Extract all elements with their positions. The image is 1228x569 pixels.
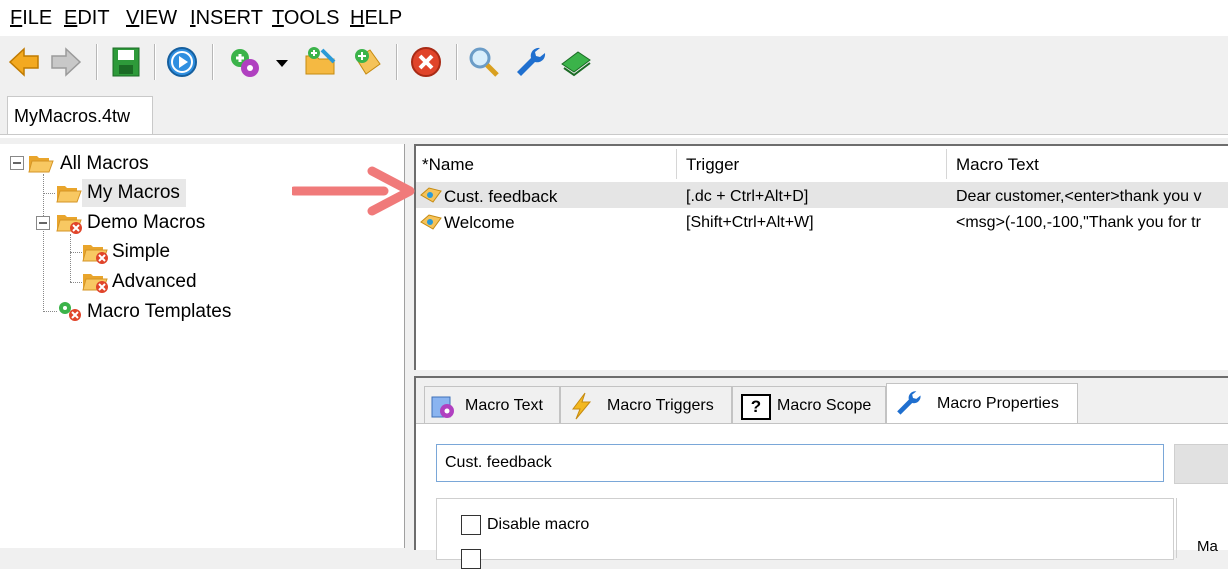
tree-item-macro-templates[interactable]: Macro Templates <box>87 301 231 323</box>
side-group-label: Ma <box>1197 538 1218 555</box>
disable-macro-checkbox[interactable] <box>461 515 481 535</box>
column-header-name[interactable]: *Name <box>422 155 474 175</box>
row-name[interactable]: Welcome <box>444 213 515 233</box>
tab-macro-scope[interactable]: ? Macro Scope <box>732 386 886 423</box>
menu-tools[interactable]: TOOLS <box>272 7 339 30</box>
row-macro-text: Dear customer,<enter>thank you v <box>956 188 1202 205</box>
menu-insert[interactable]: INSERT <box>190 7 263 30</box>
file-tab[interactable]: MyMacros.4tw <box>7 96 153 135</box>
toolbar-separator <box>154 44 156 80</box>
tree-item-all-macros[interactable]: All Macros <box>60 153 149 175</box>
tab-underline <box>0 134 1228 138</box>
menu-view[interactable]: VIEW <box>126 7 177 30</box>
tree-item-advanced[interactable]: Advanced <box>112 271 197 293</box>
file-tab-label: MyMacros.4tw <box>14 106 131 126</box>
collapse-icon[interactable] <box>36 216 50 230</box>
macro-text-icon <box>431 396 454 418</box>
tree-connector <box>70 234 71 282</box>
back-arrow-icon[interactable] <box>6 44 42 80</box>
column-divider[interactable] <box>946 149 947 179</box>
options-group: Disable macro <box>436 498 1174 569</box>
save-icon[interactable] <box>108 44 144 80</box>
tree-item-demo-macros[interactable]: Demo Macros <box>87 212 205 234</box>
folder-locked-icon <box>82 274 108 293</box>
macro-item-icon <box>420 214 442 230</box>
tree-connector <box>43 311 57 312</box>
option-checkbox[interactable] <box>461 549 481 569</box>
tab-label: Macro Properties <box>937 395 1059 412</box>
tree-connector <box>43 193 55 194</box>
add-folder-icon[interactable] <box>302 44 338 80</box>
properties-pane: Macro Text Macro Triggers ? Macro Scope … <box>414 376 1228 569</box>
forward-arrow-icon[interactable] <box>48 44 84 80</box>
menu-bar: FILE EDIT VIEW INSERT TOOLS HELP <box>0 0 1228 36</box>
tree-item-simple[interactable]: Simple <box>112 241 170 263</box>
tree-connector <box>70 282 82 283</box>
tab-macro-properties[interactable]: Macro Properties <box>886 383 1078 424</box>
row-name[interactable]: Cust. feedback <box>444 187 557 207</box>
wrench-icon[interactable] <box>512 44 548 80</box>
macro-name-input[interactable] <box>436 444 1164 482</box>
tab-label: Macro Text <box>465 397 543 414</box>
annotation-arrow-icon <box>292 166 415 216</box>
tab-macro-text[interactable]: Macro Text <box>424 386 560 423</box>
search-icon[interactable] <box>466 44 502 80</box>
tree-connector <box>43 174 44 312</box>
macro-item-icon <box>420 187 442 203</box>
properties-area: Disable macro Ma <box>416 424 1228 569</box>
folder-locked-icon <box>82 245 108 264</box>
column-header-trigger[interactable]: Trigger <box>686 155 739 175</box>
macro-list: *Name Trigger Macro Text Cust. feedback … <box>414 144 1228 370</box>
side-group: Ma <box>1176 498 1228 558</box>
question-icon: ? <box>741 394 771 420</box>
templates-locked-icon <box>59 302 81 321</box>
tab-label: Macro Scope <box>777 397 872 414</box>
dropdown-icon[interactable] <box>272 44 292 80</box>
add-item-icon[interactable] <box>348 44 384 80</box>
folder-open-icon <box>28 156 54 173</box>
menu-help[interactable]: HELP <box>350 7 402 30</box>
column-header-macro-text[interactable]: Macro Text <box>956 155 1039 175</box>
folder-locked-icon <box>56 215 82 234</box>
disable-macro-label: Disable macro <box>487 516 590 533</box>
tab-label: Macro Triggers <box>607 397 714 414</box>
tree-connector <box>70 252 82 253</box>
tab-macro-triggers[interactable]: Macro Triggers <box>560 386 732 423</box>
play-icon[interactable] <box>164 44 200 80</box>
collapse-icon[interactable] <box>10 156 24 170</box>
toolbar-separator <box>456 44 458 80</box>
menu-file[interactable]: FILE <box>10 7 52 30</box>
toolbar <box>0 36 1228 88</box>
toolbar-separator <box>396 44 398 80</box>
column-divider[interactable] <box>676 149 677 179</box>
menu-edit[interactable]: EDIT <box>64 7 110 30</box>
toolbar-separator <box>96 44 98 80</box>
toolbar-separator <box>212 44 214 80</box>
lightning-icon <box>572 392 592 420</box>
folder-open-icon <box>56 186 82 203</box>
row-macro-text: <msg>(-100,-100,"Thank you for tr <box>956 214 1201 231</box>
side-button[interactable] <box>1174 444 1228 484</box>
row-trigger: [.dc + Ctrl+Alt+D] <box>686 188 809 205</box>
row-trigger: [Shift+Ctrl+Alt+W] <box>686 214 814 231</box>
wrench-icon <box>897 391 921 415</box>
book-icon[interactable] <box>558 44 594 80</box>
tree-item-my-macros[interactable]: My Macros <box>87 182 180 204</box>
stop-icon[interactable] <box>408 44 444 80</box>
new-macro-icon[interactable] <box>226 44 262 80</box>
